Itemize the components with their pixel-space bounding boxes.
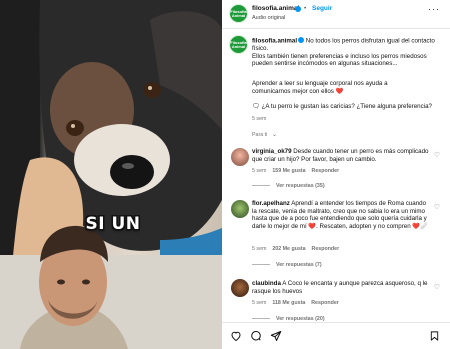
comment-likes[interactable]: 159 Me gusta — [272, 168, 305, 174]
audio-label[interactable]: Audio original — [252, 15, 285, 21]
video-caption: SI UN — [85, 214, 141, 234]
caption-line-4: ¿A tu perro le gustan las caricias? ¿Tie… — [261, 103, 432, 110]
view-replies-button[interactable]: Ver respuestas (35) — [252, 183, 325, 189]
account-avatar[interactable]: Filosofia Animal — [229, 4, 248, 23]
comment-username[interactable]: virginia_ok79 — [252, 148, 292, 155]
comment-time: 5 sem — [252, 246, 267, 252]
header-divider — [222, 28, 450, 29]
comment-meta: 5 sem 202 Me gusta Responder — [252, 246, 339, 252]
reel-video[interactable]: SI UN — [0, 0, 222, 349]
reply-button[interactable]: Responder — [311, 300, 339, 306]
post-panel: Filosofia Animal filosofia.animal • Segu… — [222, 0, 450, 349]
comment-meta: 5 sem 118 Me gusta Responder — [252, 300, 339, 306]
reply-button[interactable]: Responder — [312, 246, 340, 252]
comment-text: virginia_ok79 Desde cuando tener un perr… — [252, 148, 432, 163]
verified-icon — [298, 37, 305, 43]
caption-username[interactable]: filosofia.animal — [252, 38, 297, 45]
comment-text: claubinda A Coco le encanta y aunque par… — [252, 280, 432, 295]
verified-icon — [295, 6, 301, 12]
comment-like-heart-icon[interactable]: ♡ — [434, 203, 440, 211]
post-caption: filosofia.animal No todos los perros dis… — [252, 37, 442, 68]
comment-avatar[interactable] — [231, 148, 249, 166]
speech-bubble-emoji: 🗨 — [252, 103, 260, 110]
heart-emoji: ❤️ — [335, 87, 344, 95]
caption-line-2: Ellos también tienen preferencias e incl… — [252, 52, 427, 68]
comment-username[interactable]: claubinda — [252, 280, 281, 287]
caption-paragraph-3: 🗨 ¿A tu perro le gustan las caricias? ¿T… — [252, 103, 442, 111]
action-bar — [222, 322, 450, 349]
comment-username[interactable]: flor.apelhanz — [252, 200, 290, 207]
video-frame-illustration — [0, 0, 222, 349]
caption-line-3: Aprender a leer su lenguaje corporal nos… — [252, 80, 388, 95]
comment-likes[interactable]: 202 Me gusta — [272, 246, 305, 252]
header-username[interactable]: filosofia.animal — [252, 5, 299, 12]
comment-likes[interactable]: 118 Me gusta — [272, 300, 305, 306]
comment-meta: 5 sem 159 Me gusta Responder — [252, 168, 339, 174]
share-icon[interactable] — [270, 330, 282, 342]
follow-button[interactable]: Seguir — [312, 5, 332, 12]
heart-icon[interactable] — [230, 330, 242, 342]
caption-paragraph-2: Aprender a leer su lenguaje corporal nos… — [252, 80, 422, 95]
comment-like-heart-icon[interactable]: ♡ — [434, 283, 440, 291]
post-time: 5 sem — [252, 116, 267, 122]
for-you-label[interactable]: Para ti — [252, 132, 267, 138]
header-separator: • — [304, 5, 307, 12]
more-options-icon[interactable]: ··· — [428, 4, 440, 14]
comment-text: flor.apelhanz Aprendí a entender los tie… — [252, 200, 432, 230]
reply-button[interactable]: Responder — [312, 168, 340, 174]
save-icon[interactable] — [429, 330, 440, 342]
view-replies-button[interactable]: Ver respuestas (7) — [252, 262, 322, 268]
avatar-logo-text: Filosofia Animal — [230, 8, 247, 18]
chevron-down-icon[interactable]: ⌄ — [272, 131, 277, 138]
comment-time: 5 sem — [252, 300, 267, 306]
comment-icon[interactable] — [250, 330, 262, 342]
comment-like-heart-icon[interactable]: ♡ — [434, 151, 440, 159]
avatar-logo-text: Filosofia Animal — [230, 39, 247, 49]
comment-avatar[interactable] — [231, 279, 249, 297]
comment-avatar[interactable] — [231, 200, 249, 218]
comment-time: 5 sem — [252, 168, 267, 174]
caption-avatar[interactable]: Filosofia Animal — [229, 35, 248, 54]
